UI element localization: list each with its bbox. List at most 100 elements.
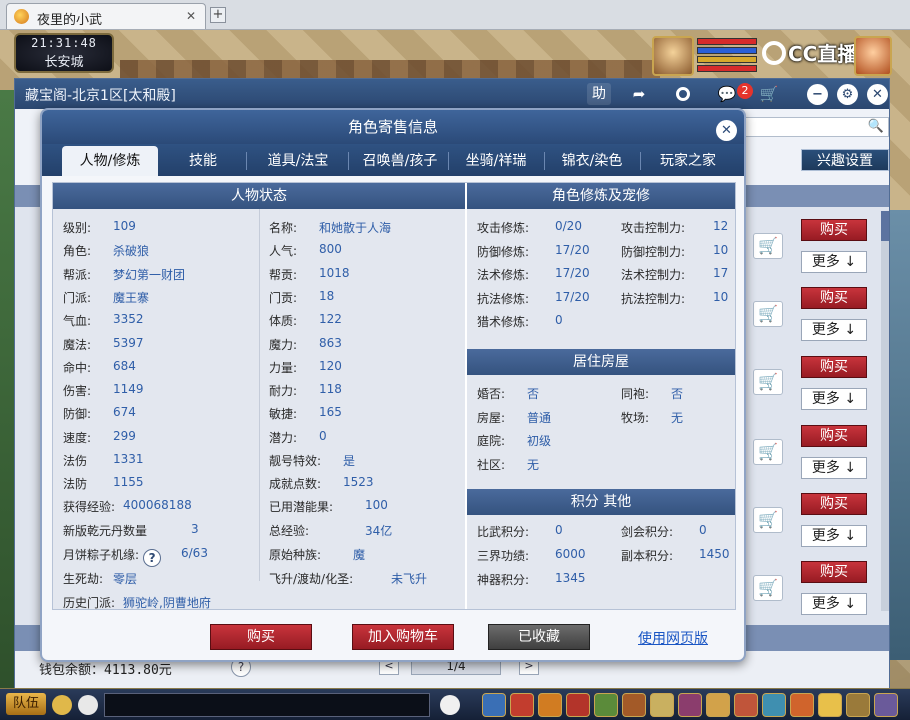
status-field: 耐力: 118: [269, 382, 342, 399]
status-field-value: 5397: [113, 335, 144, 350]
help-icon[interactable]: ?: [143, 549, 162, 567]
buy-button[interactable]: 购买: [210, 624, 312, 650]
row-more-button[interactable]: 更多 ↓: [801, 457, 867, 479]
status-field: 门贡: 18: [269, 289, 334, 306]
status-field-label: 魔法:: [63, 337, 92, 352]
skill-slot-icon[interactable]: [594, 693, 618, 717]
browser-tab[interactable]: 夜里的小武 ✕: [6, 3, 206, 29]
row-cart-icon[interactable]: 🛒: [753, 507, 783, 533]
row-cart-icon[interactable]: 🛒: [753, 439, 783, 465]
row-more-button[interactable]: 更多 ↓: [801, 525, 867, 547]
skill-slot-icon[interactable]: [706, 693, 730, 717]
cart-icon[interactable]: 🛒: [757, 83, 781, 105]
house-field: 庭院: 初级: [477, 432, 551, 449]
help-button[interactable]: 助: [587, 83, 611, 105]
status-field: 防御: 674: [63, 405, 136, 422]
search-icon[interactable]: 🔍: [868, 119, 884, 134]
microphone-icon[interactable]: [52, 695, 72, 715]
row-more-button[interactable]: 更多 ↓: [801, 593, 867, 615]
skill-slot-icon[interactable]: [482, 693, 506, 717]
listing-scrollbar[interactable]: [881, 211, 889, 611]
status-field-value: 863: [319, 335, 342, 350]
treasure-window-title: 藏宝阁-北京1区[太和殿]: [25, 88, 176, 104]
status-field-value: 800: [319, 242, 342, 257]
tab-summons[interactable]: 召唤兽/孩子: [350, 146, 450, 176]
gear-icon[interactable]: ⚙: [837, 84, 858, 105]
share-icon[interactable]: ➦: [627, 83, 651, 105]
modal-tabs: 人物/修炼 技能 道具/法宝 召唤兽/孩子 坐骑/祥瑞 锦衣/染色 玩家之家: [42, 144, 744, 176]
search-input[interactable]: 🔍: [735, 117, 889, 137]
row-cart-icon[interactable]: 🛒: [753, 369, 783, 395]
skill-slot-icon[interactable]: [678, 693, 702, 717]
skill-slot-icon[interactable]: [818, 693, 842, 717]
chat-input[interactable]: [104, 693, 430, 717]
status-field: 伤害: 1149: [63, 382, 144, 399]
status-extra-field-value: 400068188: [123, 498, 192, 512]
tab-character[interactable]: 人物/修炼: [62, 146, 158, 176]
skill-slot-icon[interactable]: [846, 693, 870, 717]
skill-slot-icon[interactable]: [510, 693, 534, 717]
pet-avatar[interactable]: [854, 36, 892, 76]
row-buy-button[interactable]: 购买: [801, 561, 867, 583]
skill-slot-icon[interactable]: [622, 693, 646, 717]
skill-slot-icon[interactable]: [566, 693, 590, 717]
mp-bar: [697, 47, 757, 54]
tab-outfits[interactable]: 锦衣/染色: [546, 146, 638, 176]
tab-close-icon[interactable]: ✕: [183, 8, 199, 24]
favorited-button[interactable]: 已收藏: [488, 624, 590, 650]
row-cart-icon[interactable]: 🛒: [753, 301, 783, 327]
control-field-value: 10: [713, 289, 729, 304]
status-field: 体质: 122: [269, 312, 342, 329]
skill-slot-icon[interactable]: [734, 693, 758, 717]
tab-player-home[interactable]: 玩家之家: [642, 146, 734, 176]
pet-helper-icon[interactable]: [440, 695, 460, 715]
interest-settings-button[interactable]: 兴趣设置: [801, 149, 889, 171]
modal-close-icon[interactable]: ✕: [716, 120, 737, 141]
row-cart-icon[interactable]: 🛒: [753, 233, 783, 259]
tab-skills[interactable]: 技能: [162, 146, 244, 176]
skill-slot-icon[interactable]: [790, 693, 814, 717]
row-cart-icon[interactable]: 🛒: [753, 575, 783, 601]
close-icon[interactable]: ✕: [867, 84, 888, 105]
status-field-value: 118: [319, 382, 342, 397]
record-icon[interactable]: [671, 83, 695, 105]
scrollbar-thumb[interactable]: [881, 211, 889, 241]
cultivation-field-value: 17/20: [555, 289, 590, 304]
game-clock: 21:31:48 长安城: [14, 33, 114, 73]
status-field: 魔力: 863: [269, 336, 342, 353]
tab-separator: [448, 152, 449, 170]
row-buy-button[interactable]: 购买: [801, 287, 867, 309]
tab-items[interactable]: 道具/法宝: [250, 146, 346, 176]
use-web-version-link[interactable]: 使用网页版: [638, 628, 708, 648]
row-buy-button[interactable]: 购买: [801, 356, 867, 378]
team-button[interactable]: 队伍: [6, 693, 46, 715]
chat-bubble-icon[interactable]: [78, 695, 98, 715]
cultivation-field-value: 0/20: [555, 219, 582, 233]
status-field-label: 气血:: [63, 314, 92, 329]
tab-mounts[interactable]: 坐骑/祥瑞: [450, 146, 542, 176]
minimize-icon[interactable]: −: [807, 84, 828, 105]
skill-slot-icon[interactable]: [650, 693, 674, 717]
message-icon[interactable]: 💬: [715, 83, 739, 105]
row-more-button[interactable]: 更多 ↓: [801, 388, 867, 410]
skill-slot-icon[interactable]: [762, 693, 786, 717]
row-more-button[interactable]: 更多 ↓: [801, 319, 867, 341]
cc-logo-text: CC直播: [788, 42, 858, 66]
message-badge: 2: [737, 83, 753, 99]
house-field-value: 无: [527, 457, 540, 472]
skill-slot-icon[interactable]: [538, 693, 562, 717]
wallet-label: 钱包余额：: [39, 663, 105, 678]
row-buy-button[interactable]: 购买: [801, 219, 867, 241]
skill-slot-icon[interactable]: [874, 693, 898, 717]
house-field-value: 否: [671, 387, 684, 401]
row-buy-button[interactable]: 购买: [801, 425, 867, 447]
row-more-button[interactable]: 更多 ↓: [801, 251, 867, 273]
row-buy-button[interactable]: 购买: [801, 493, 867, 515]
house-field-label: 同袍:: [621, 387, 650, 401]
add-to-cart-button[interactable]: 加入购物车: [352, 624, 454, 650]
status-extra-field-label: 生死劫:: [63, 572, 104, 586]
status-field-label: 门派:: [63, 290, 92, 305]
status-extra-field: 总经验: 34亿: [269, 522, 392, 539]
player-avatar[interactable]: [652, 36, 694, 76]
new-tab-button[interactable]: +: [210, 7, 226, 23]
